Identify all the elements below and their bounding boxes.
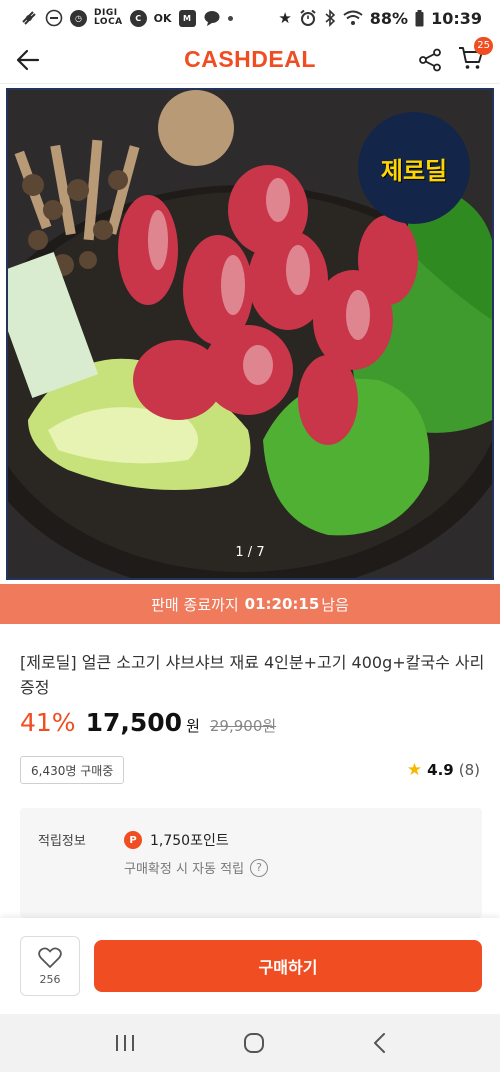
buyers-count-badge: 6,430명 구매중 [20, 756, 125, 784]
product-title: [제로딜] 얼큰 소고기 샤브샤브 재료 4인분+고기 400g+칼국수 사리 … [20, 653, 485, 697]
point-icon: P [124, 831, 142, 849]
back-nav-icon[interactable] [372, 1032, 386, 1054]
system-nav-bar [0, 1014, 500, 1072]
sale-timer-bar: 판매 종료까지 01:20:15 남음 [0, 584, 500, 624]
product-image-carousel[interactable]: 제로딜 1 / 7 [6, 88, 494, 580]
points-note: 구매확정 시 자동 적립 [124, 862, 245, 877]
ok-icon: OK [153, 9, 172, 27]
digi-loca-icon: DIGI LOCA [94, 9, 123, 27]
status-bar: ◷ DIGI LOCA C OK M ★ 88% 10:39 [0, 0, 500, 36]
original-price: 29,900원 [209, 717, 277, 735]
status-right: ★ 88% 10:39 [278, 9, 482, 28]
bottom-action-bar: 256 구매하기 [0, 918, 500, 1014]
sale-price: 17,500 [85, 708, 183, 737]
timer-prefix: 판매 종료까지 [151, 595, 239, 614]
points-amount: 1,750포인트 [150, 833, 229, 849]
cart-count-badge: 25 [474, 36, 493, 55]
wifi-icon [343, 10, 363, 25]
star-icon: ★ [278, 9, 292, 27]
status-left: ◷ DIGI LOCA C OK M [20, 9, 233, 27]
points-label: 적립정보 [38, 834, 86, 849]
silent-icon [22, 11, 36, 25]
zero-deal-badge: 제로딜 [358, 112, 470, 224]
price-unit: 원 [186, 717, 200, 735]
image-pager: 1 / 7 [235, 545, 265, 560]
like-button[interactable]: 256 [20, 936, 80, 996]
points-amount-line: P 1,750포인트 [124, 830, 229, 850]
cashdeal-logo[interactable]: CASHDEAL [184, 46, 316, 73]
digi-loca-line2: LOCA [94, 17, 123, 27]
heart-icon [38, 946, 62, 968]
buy-button[interactable]: 구매하기 [94, 940, 482, 992]
c-icon: C [129, 9, 147, 27]
chat-icon [204, 11, 220, 26]
clock-icon: ◷ [70, 9, 87, 27]
star-icon: ★ [406, 760, 423, 780]
back-arrow-icon[interactable] [16, 49, 40, 71]
rating-score: 4.9 [427, 761, 454, 779]
minus-circle-icon [45, 9, 63, 27]
home-icon[interactable] [243, 1032, 265, 1054]
help-icon[interactable]: ? [250, 858, 269, 877]
alarm-icon [300, 9, 316, 26]
points-note-line: 구매확정 시 자동 적립 ? [124, 858, 269, 877]
battery-icon [415, 9, 424, 26]
like-count: 256 [39, 972, 61, 986]
rating[interactable]: ★ 4.9 (8) [407, 760, 480, 780]
points-info-box: 적립정보 P 1,750포인트 구매확정 시 자동 적립 ? [20, 808, 482, 918]
rating-count: (8) [458, 761, 480, 779]
price-row: 41% 17,500 원 29,900원 [20, 708, 276, 737]
bluetooth-icon [325, 9, 335, 27]
recent-apps-icon[interactable] [114, 1033, 136, 1053]
share-icon[interactable] [418, 48, 442, 72]
notification-dot-icon [227, 15, 233, 21]
cart-button[interactable]: 25 [458, 36, 493, 74]
battery-percent: 88% [369, 8, 409, 28]
timer-suffix: 남음 [321, 595, 349, 614]
app-header: CASHDEAL 25 [0, 36, 500, 84]
clock-time: 10:39 [431, 8, 482, 28]
m-stock-icon: M [178, 9, 196, 27]
discount-rate: 41% [20, 708, 76, 737]
header-actions: 25 [418, 36, 493, 74]
timer-time: 01:20:15 [244, 595, 320, 613]
